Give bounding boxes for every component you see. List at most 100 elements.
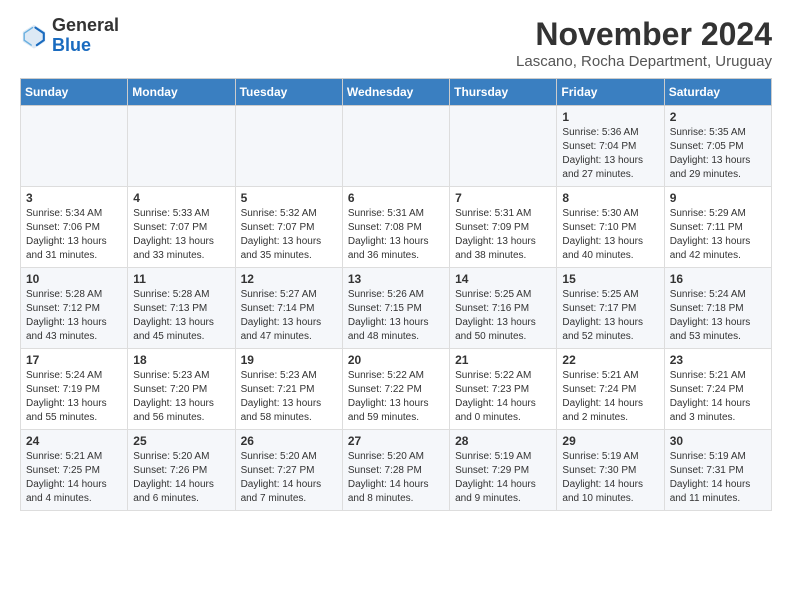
weekday-header-tuesday: Tuesday (235, 79, 342, 106)
logo-icon (20, 22, 48, 50)
day-number: 29 (562, 434, 658, 448)
calendar-cell: 18 Sunrise: 5:23 AM Sunset: 7:20 PM Dayli… (128, 349, 235, 430)
calendar-cell: 7 Sunrise: 5:31 AM Sunset: 7:09 PM Daylig… (450, 187, 557, 268)
calendar-cell (342, 106, 449, 187)
day-number: 27 (348, 434, 444, 448)
calendar-cell: 29 Sunrise: 5:19 AM Sunset: 7:30 PM Dayli… (557, 430, 664, 511)
day-number: 3 (26, 191, 122, 205)
logo-text: General Blue (52, 16, 119, 56)
day-number: 20 (348, 353, 444, 367)
day-info: Sunrise: 5:21 AM Sunset: 7:24 PM Dayligh… (562, 369, 658, 425)
day-number: 5 (241, 191, 337, 205)
logo-blue: Blue (52, 36, 119, 56)
day-info: Sunrise: 5:35 AM Sunset: 7:05 PM Dayligh… (670, 126, 766, 182)
weekday-header-thursday: Thursday (450, 79, 557, 106)
calendar-cell (21, 106, 128, 187)
title-area: November 2024 Lascano, Rocha Department,… (516, 16, 772, 70)
calendar-cell: 16Sunrise: 5:24 AM Sunset: 7:18 PM Dayli… (664, 268, 771, 349)
calendar-week-row: 17Sunrise: 5:24 AM Sunset: 7:19 PM Dayli… (21, 349, 772, 430)
day-number: 7 (455, 191, 551, 205)
day-info: Sunrise: 5:23 AM Sunset: 7:20 PM Dayligh… (133, 369, 229, 425)
calendar-cell: 21 Sunrise: 5:22 AM Sunset: 7:23 PM Dayli… (450, 349, 557, 430)
weekday-header-wednesday: Wednesday (342, 79, 449, 106)
location-title: Lascano, Rocha Department, Uruguay (516, 53, 772, 70)
day-info: Sunrise: 5:23 AM Sunset: 7:21 PM Dayligh… (241, 369, 337, 425)
day-number: 13 (348, 272, 444, 286)
calendar-table: SundayMondayTuesdayWednesdayThursdayFrid… (20, 78, 772, 511)
weekday-header-friday: Friday (557, 79, 664, 106)
calendar-cell: 17Sunrise: 5:24 AM Sunset: 7:19 PM Dayli… (21, 349, 128, 430)
day-info: Sunrise: 5:20 AM Sunset: 7:26 PM Dayligh… (133, 450, 229, 506)
day-info: Sunrise: 5:36 AM Sunset: 7:04 PM Dayligh… (562, 126, 658, 182)
day-info: Sunrise: 5:21 AM Sunset: 7:24 PM Dayligh… (670, 369, 766, 425)
day-number: 18 (133, 353, 229, 367)
calendar-cell: 19 Sunrise: 5:23 AM Sunset: 7:21 PM Dayli… (235, 349, 342, 430)
day-info: Sunrise: 5:28 AM Sunset: 7:12 PM Dayligh… (26, 288, 122, 344)
day-number: 22 (562, 353, 658, 367)
day-number: 30 (670, 434, 766, 448)
day-info: Sunrise: 5:32 AM Sunset: 7:07 PM Dayligh… (241, 207, 337, 263)
calendar-cell: 15Sunrise: 5:25 AM Sunset: 7:17 PM Dayli… (557, 268, 664, 349)
day-number: 12 (241, 272, 337, 286)
logo-general: General (52, 16, 119, 36)
calendar-cell: 1 Sunrise: 5:36 AM Sunset: 7:04 PM Daylig… (557, 106, 664, 187)
calendar-cell: 6Sunrise: 5:31 AM Sunset: 7:08 PM Daylig… (342, 187, 449, 268)
day-info: Sunrise: 5:22 AM Sunset: 7:22 PM Dayligh… (348, 369, 444, 425)
calendar-week-row: 1 Sunrise: 5:36 AM Sunset: 7:04 PM Daylig… (21, 106, 772, 187)
day-info: Sunrise: 5:24 AM Sunset: 7:19 PM Dayligh… (26, 369, 122, 425)
calendar-cell: 23 Sunrise: 5:21 AM Sunset: 7:24 PM Dayli… (664, 349, 771, 430)
calendar-week-row: 10 Sunrise: 5:28 AM Sunset: 7:12 PM Dayli… (21, 268, 772, 349)
weekday-header-row: SundayMondayTuesdayWednesdayThursdayFrid… (21, 79, 772, 106)
weekday-header-sunday: Sunday (21, 79, 128, 106)
day-number: 21 (455, 353, 551, 367)
day-info: Sunrise: 5:19 AM Sunset: 7:31 PM Dayligh… (670, 450, 766, 506)
calendar-cell: 22 Sunrise: 5:21 AM Sunset: 7:24 PM Dayli… (557, 349, 664, 430)
day-number: 15 (562, 272, 658, 286)
calendar-cell: 11 Sunrise: 5:28 AM Sunset: 7:13 PM Dayli… (128, 268, 235, 349)
day-number: 2 (670, 110, 766, 124)
calendar-cell: 24 Sunrise: 5:21 AM Sunset: 7:25 PM Dayli… (21, 430, 128, 511)
day-number: 19 (241, 353, 337, 367)
calendar-week-row: 24 Sunrise: 5:21 AM Sunset: 7:25 PM Dayli… (21, 430, 772, 511)
day-info: Sunrise: 5:20 AM Sunset: 7:27 PM Dayligh… (241, 450, 337, 506)
day-info: Sunrise: 5:21 AM Sunset: 7:25 PM Dayligh… (26, 450, 122, 506)
calendar-cell: 4Sunrise: 5:33 AM Sunset: 7:07 PM Daylig… (128, 187, 235, 268)
day-info: Sunrise: 5:28 AM Sunset: 7:13 PM Dayligh… (133, 288, 229, 344)
day-number: 23 (670, 353, 766, 367)
calendar-cell (235, 106, 342, 187)
day-number: 1 (562, 110, 658, 124)
calendar-cell: 26 Sunrise: 5:20 AM Sunset: 7:27 PM Dayli… (235, 430, 342, 511)
calendar-cell: 3 Sunrise: 5:34 AM Sunset: 7:06 PM Daylig… (21, 187, 128, 268)
day-info: Sunrise: 5:29 AM Sunset: 7:11 PM Dayligh… (670, 207, 766, 263)
calendar-cell: 28Sunrise: 5:19 AM Sunset: 7:29 PM Dayli… (450, 430, 557, 511)
calendar-cell: 25Sunrise: 5:20 AM Sunset: 7:26 PM Dayli… (128, 430, 235, 511)
day-info: Sunrise: 5:27 AM Sunset: 7:14 PM Dayligh… (241, 288, 337, 344)
day-info: Sunrise: 5:20 AM Sunset: 7:28 PM Dayligh… (348, 450, 444, 506)
day-info: Sunrise: 5:31 AM Sunset: 7:08 PM Dayligh… (348, 207, 444, 263)
day-info: Sunrise: 5:33 AM Sunset: 7:07 PM Dayligh… (133, 207, 229, 263)
day-number: 8 (562, 191, 658, 205)
page-header: General Blue November 2024 Lascano, Roch… (20, 16, 772, 70)
day-number: 10 (26, 272, 122, 286)
day-info: Sunrise: 5:30 AM Sunset: 7:10 PM Dayligh… (562, 207, 658, 263)
month-title: November 2024 (516, 16, 772, 53)
calendar-cell (450, 106, 557, 187)
day-info: Sunrise: 5:19 AM Sunset: 7:30 PM Dayligh… (562, 450, 658, 506)
weekday-header-monday: Monday (128, 79, 235, 106)
calendar-cell: 10 Sunrise: 5:28 AM Sunset: 7:12 PM Dayli… (21, 268, 128, 349)
logo: General Blue (20, 16, 119, 56)
day-info: Sunrise: 5:31 AM Sunset: 7:09 PM Dayligh… (455, 207, 551, 263)
day-info: Sunrise: 5:34 AM Sunset: 7:06 PM Dayligh… (26, 207, 122, 263)
calendar-cell: 8 Sunrise: 5:30 AM Sunset: 7:10 PM Daylig… (557, 187, 664, 268)
calendar-cell: 14Sunrise: 5:25 AM Sunset: 7:16 PM Dayli… (450, 268, 557, 349)
day-info: Sunrise: 5:22 AM Sunset: 7:23 PM Dayligh… (455, 369, 551, 425)
calendar-cell: 5 Sunrise: 5:32 AM Sunset: 7:07 PM Daylig… (235, 187, 342, 268)
calendar-cell: 20 Sunrise: 5:22 AM Sunset: 7:22 PM Dayli… (342, 349, 449, 430)
calendar-cell: 30 Sunrise: 5:19 AM Sunset: 7:31 PM Dayli… (664, 430, 771, 511)
day-number: 16 (670, 272, 766, 286)
day-number: 26 (241, 434, 337, 448)
calendar-cell: 27 Sunrise: 5:20 AM Sunset: 7:28 PM Dayli… (342, 430, 449, 511)
day-number: 28 (455, 434, 551, 448)
day-number: 24 (26, 434, 122, 448)
day-number: 11 (133, 272, 229, 286)
